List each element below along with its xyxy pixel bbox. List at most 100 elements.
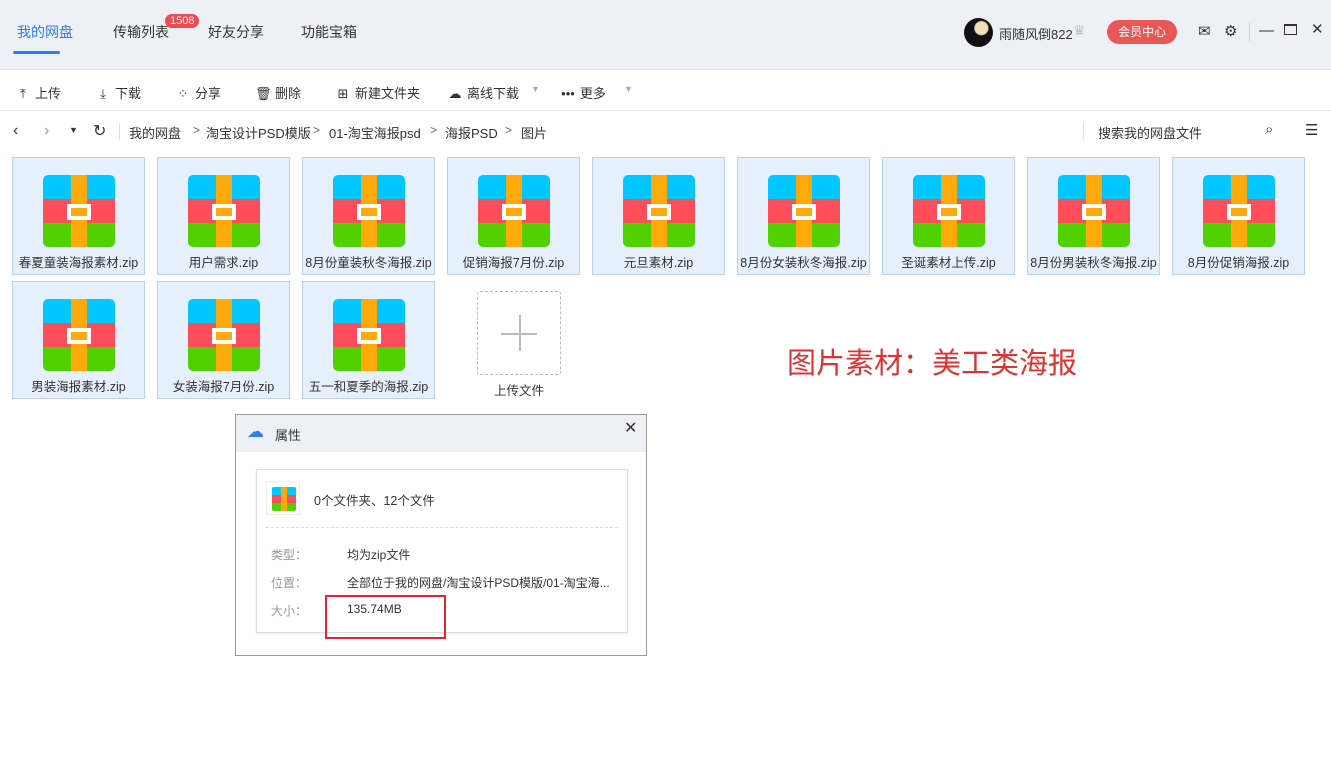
upload-icon: ⤒	[15, 86, 31, 102]
size-highlight-box	[325, 595, 446, 639]
zip-file-icon	[43, 299, 115, 371]
file-tile[interactable]: 8月份促销海报.zip	[1172, 157, 1305, 275]
offline-download-label: 离线下载	[467, 86, 519, 101]
search-input[interactable]: 搜索我的网盘文件	[1098, 123, 1258, 142]
offline-download-button[interactable]: ☁ 离线下载	[447, 83, 519, 102]
type-label: 类型：	[271, 546, 307, 563]
dialog-close-icon[interactable]: ✕	[624, 418, 637, 438]
zip-file-icon	[913, 175, 985, 247]
delete-button[interactable]: 🗑 删除	[255, 83, 301, 102]
zip-file-icon	[333, 299, 405, 371]
file-tile[interactable]: 8月份男装秋冬海报.zip	[1027, 157, 1160, 275]
file-name: 8月份女装秋冬海报.zip	[738, 252, 869, 271]
download-icon: ⤓	[95, 86, 111, 102]
file-name: 8月份促销海报.zip	[1173, 252, 1304, 271]
file-tile[interactable]: 春夏童装海报素材.zip	[12, 157, 145, 275]
zip-file-icon	[188, 299, 260, 371]
file-tile[interactable]: 女装海报7月份.zip	[157, 281, 290, 399]
file-name: 女装海报7月份.zip	[158, 376, 289, 395]
share-button[interactable]: ⁘ 分享	[175, 83, 221, 102]
forward-icon[interactable]: ›	[44, 122, 49, 140]
breadcrumb-item[interactable]: 淘宝设计PSD模版	[206, 123, 311, 142]
share-label: 分享	[195, 86, 221, 101]
minimize-icon[interactable]: —	[1259, 22, 1274, 39]
properties-dialog: ☁ 属性 ✕ 0个文件夹、12个文件 类型： 均为zip文件 位置： 全部位于我…	[235, 414, 647, 656]
file-name: 8月份童装秋冬海报.zip	[303, 252, 434, 271]
upload-button[interactable]: ⤒上传	[15, 83, 61, 102]
refresh-icon[interactable]: ↻	[93, 121, 106, 141]
dialog-title: 属性	[275, 425, 301, 444]
file-tile[interactable]: 8月份童装秋冬海报.zip	[302, 157, 435, 275]
file-count-summary: 0个文件夹、12个文件	[314, 490, 435, 509]
trash-icon: 🗑	[255, 86, 271, 102]
download-button[interactable]: ⤓下载	[95, 83, 141, 102]
file-tile[interactable]: 促销海报7月份.zip	[447, 157, 580, 275]
back-icon[interactable]: ‹	[13, 122, 18, 140]
breadcrumb-item[interactable]: 海报PSD	[445, 123, 498, 142]
offline-download-dropdown-icon[interactable]: ▼	[531, 84, 540, 94]
zip-file-icon	[1203, 175, 1275, 247]
breadcrumb-item[interactable]: 我的网盘	[129, 123, 181, 142]
new-folder-button[interactable]: ⊞ 新建文件夹	[335, 83, 420, 102]
location-value: 全部位于我的网盘/淘宝设计PSD模版/01-淘宝海...	[347, 574, 610, 591]
file-tile[interactable]: 8月份女装秋冬海报.zip	[737, 157, 870, 275]
file-tile[interactable]: 圣诞素材上传.zip	[882, 157, 1015, 275]
zip-file-icon	[1058, 175, 1130, 247]
tab-my-disk[interactable]: 我的网盘	[17, 22, 73, 42]
breadcrumb-separator: >	[313, 123, 320, 137]
file-name: 元旦素材.zip	[593, 252, 724, 271]
zip-file-icon	[623, 175, 695, 247]
divider	[1249, 23, 1250, 41]
active-tab-indicator	[13, 51, 60, 54]
zip-file-icon	[478, 175, 550, 247]
annotation-text: 图片素材：美工类海报	[787, 340, 1077, 382]
upload-file-tile[interactable]	[477, 291, 561, 375]
type-value: 均为zip文件	[347, 546, 410, 563]
avatar[interactable]	[964, 18, 993, 47]
toolbar: ⤒上传 ⤓下载 ⁘ 分享 🗑 删除 ⊞ 新建文件夹 ☁ 离线下载 ▼ ••• 更多 ▼	[0, 70, 1331, 111]
username[interactable]: 雨随风倒822	[999, 24, 1073, 43]
zip-file-icon	[266, 481, 300, 515]
file-name: 8月份男装秋冬海报.zip	[1028, 252, 1159, 271]
cloud-download-icon: ☁	[447, 86, 463, 102]
history-dropdown-icon[interactable]: ▼	[69, 125, 78, 135]
more-icon: •••	[560, 86, 576, 101]
maximize-icon[interactable]	[1284, 24, 1297, 35]
delete-label: 删除	[275, 86, 301, 101]
file-name: 春夏童装海报素材.zip	[13, 252, 144, 271]
close-icon[interactable]: ✕	[1311, 20, 1324, 38]
share-icon: ⁘	[175, 86, 191, 102]
list-view-icon[interactable]: ☰	[1305, 121, 1318, 139]
new-folder-label: 新建文件夹	[355, 86, 420, 101]
file-tile[interactable]: 元旦素材.zip	[592, 157, 725, 275]
vip-center-button[interactable]: 会员中心	[1107, 20, 1177, 44]
breadcrumb-separator: >	[505, 123, 512, 137]
file-tile[interactable]: 男装海报素材.zip	[12, 281, 145, 399]
breadcrumb-separator: >	[193, 123, 200, 137]
more-label: 更多	[580, 86, 606, 101]
crown-icon: ♛	[1073, 22, 1086, 39]
transfer-count-badge: 1508	[165, 14, 199, 28]
file-tile[interactable]: 五一和夏季的海报.zip	[302, 281, 435, 399]
file-name: 五一和夏季的海报.zip	[303, 376, 434, 395]
more-dropdown-icon[interactable]: ▼	[624, 84, 633, 94]
tab-toolbox[interactable]: 功能宝箱	[301, 22, 357, 42]
mail-icon[interactable]: ✉	[1198, 22, 1211, 40]
gear-icon[interactable]: ⚙	[1224, 22, 1237, 40]
tab-transfer-list[interactable]: 传输列表	[113, 22, 169, 42]
more-button[interactable]: ••• 更多	[560, 83, 606, 102]
file-name: 用户需求.zip	[158, 252, 289, 271]
new-folder-icon: ⊞	[335, 86, 351, 102]
tab-friend-share[interactable]: 好友分享	[208, 22, 264, 42]
file-tile[interactable]: 用户需求.zip	[157, 157, 290, 275]
divider	[1083, 123, 1084, 140]
zip-file-icon	[188, 175, 260, 247]
file-name: 男装海报素材.zip	[13, 376, 144, 395]
breadcrumb-item[interactable]: 01-淘宝海报psd	[329, 123, 421, 142]
title-bar: 我的网盘 传输列表 1508 好友分享 功能宝箱 雨随风倒822 ♛ 会员中心 …	[0, 0, 1331, 70]
upload-file-label[interactable]: 上传文件	[477, 380, 561, 399]
search-icon[interactable]: ⌕	[1265, 121, 1273, 138]
size-label: 大小：	[271, 602, 307, 619]
breadcrumb-item-current[interactable]: 图片	[521, 123, 547, 142]
baidu-cloud-icon: ☁	[247, 422, 264, 442]
